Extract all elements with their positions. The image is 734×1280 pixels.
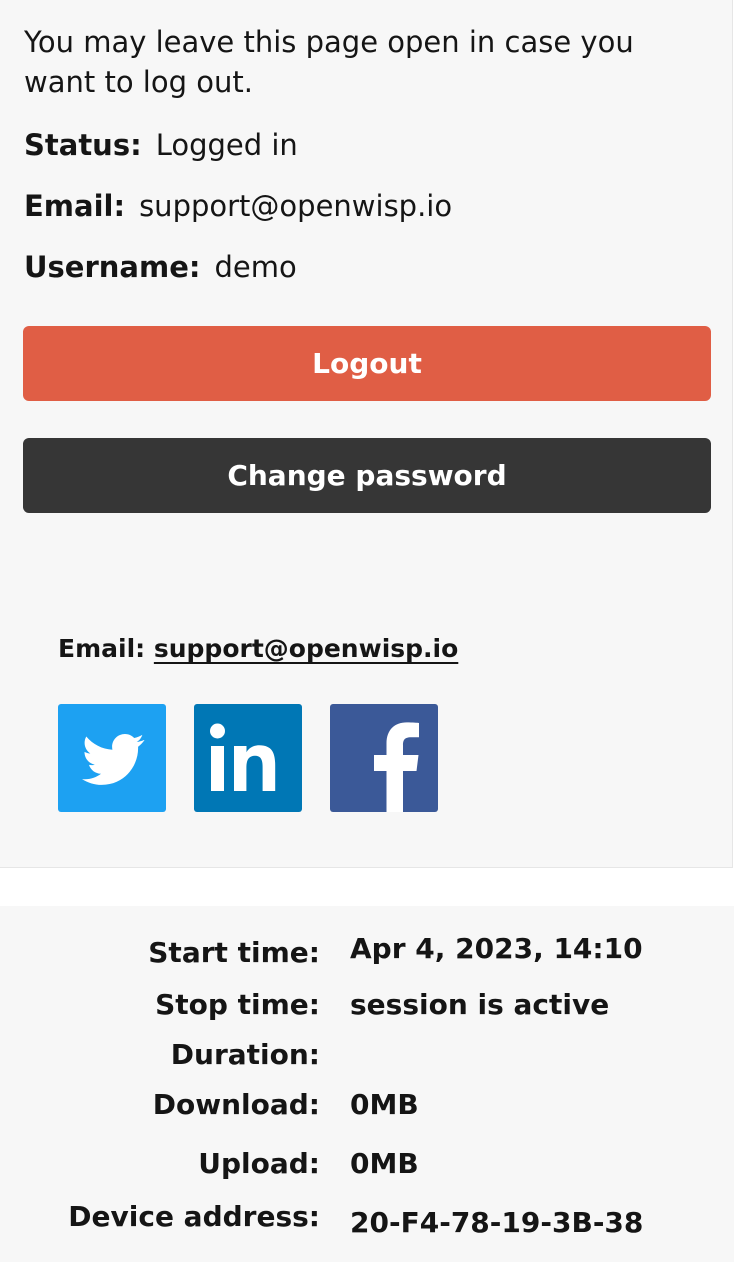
upload-label: Upload:	[198, 1147, 320, 1180]
status-value: Logged in	[155, 128, 298, 162]
session-row-upload: Upload: 0MB	[0, 1147, 734, 1187]
session-panel: Start time: Apr 4, 2023, 14:10 Stop time…	[0, 906, 734, 1262]
session-row-start-time: Start time: Apr 4, 2023, 14:10	[0, 932, 734, 972]
start-time-value: Apr 4, 2023, 14:10	[350, 932, 643, 965]
footer-email-label: Email:	[58, 634, 146, 663]
email-value: support@openwisp.io	[139, 189, 453, 223]
linkedin-logo	[210, 723, 276, 791]
status-row: Status: Logged in	[24, 127, 298, 163]
email-row: Email: support@openwisp.io	[24, 188, 452, 224]
download-value: 0MB	[350, 1088, 419, 1121]
footer-email-link[interactable]: support@openwisp.io	[154, 634, 458, 663]
status-panel: You may leave this page open in case you…	[0, 0, 733, 868]
twitter-icon[interactable]	[58, 704, 166, 812]
session-row-duration: Duration:	[0, 1038, 734, 1078]
status-label: Status:	[24, 128, 142, 162]
duration-label: Duration:	[170, 1038, 320, 1071]
intro-text: You may leave this page open in case you…	[24, 25, 634, 99]
stop-time-label: Stop time:	[155, 988, 320, 1021]
linkedin-icon[interactable]	[194, 704, 302, 812]
upload-value: 0MB	[350, 1147, 419, 1180]
twitter-bird	[82, 734, 145, 785]
device-address-label: Device address:	[68, 1200, 320, 1233]
facebook-icon[interactable]	[330, 704, 438, 812]
username-label: Username:	[24, 250, 201, 284]
session-row-device-address: Device address: 20-F4-78-19-3B-38	[0, 1200, 734, 1240]
stop-time-value: session is active	[350, 988, 610, 1021]
download-label: Download:	[152, 1088, 320, 1121]
session-row-download: Download: 0MB	[0, 1088, 734, 1128]
change-password-button[interactable]: Change password	[23, 438, 711, 513]
footer-email: Email: support@openwisp.io	[58, 634, 458, 663]
device-address-value: 20-F4-78-19-3B-38	[350, 1206, 644, 1239]
start-time-label: Start time:	[148, 936, 320, 969]
facebook-logo	[374, 722, 419, 812]
username-value: demo	[214, 250, 297, 284]
username-row: Username: demo	[24, 249, 297, 285]
session-row-stop-time: Stop time: session is active	[0, 988, 734, 1028]
email-label: Email:	[24, 189, 126, 223]
logout-button[interactable]: Logout	[23, 326, 711, 401]
